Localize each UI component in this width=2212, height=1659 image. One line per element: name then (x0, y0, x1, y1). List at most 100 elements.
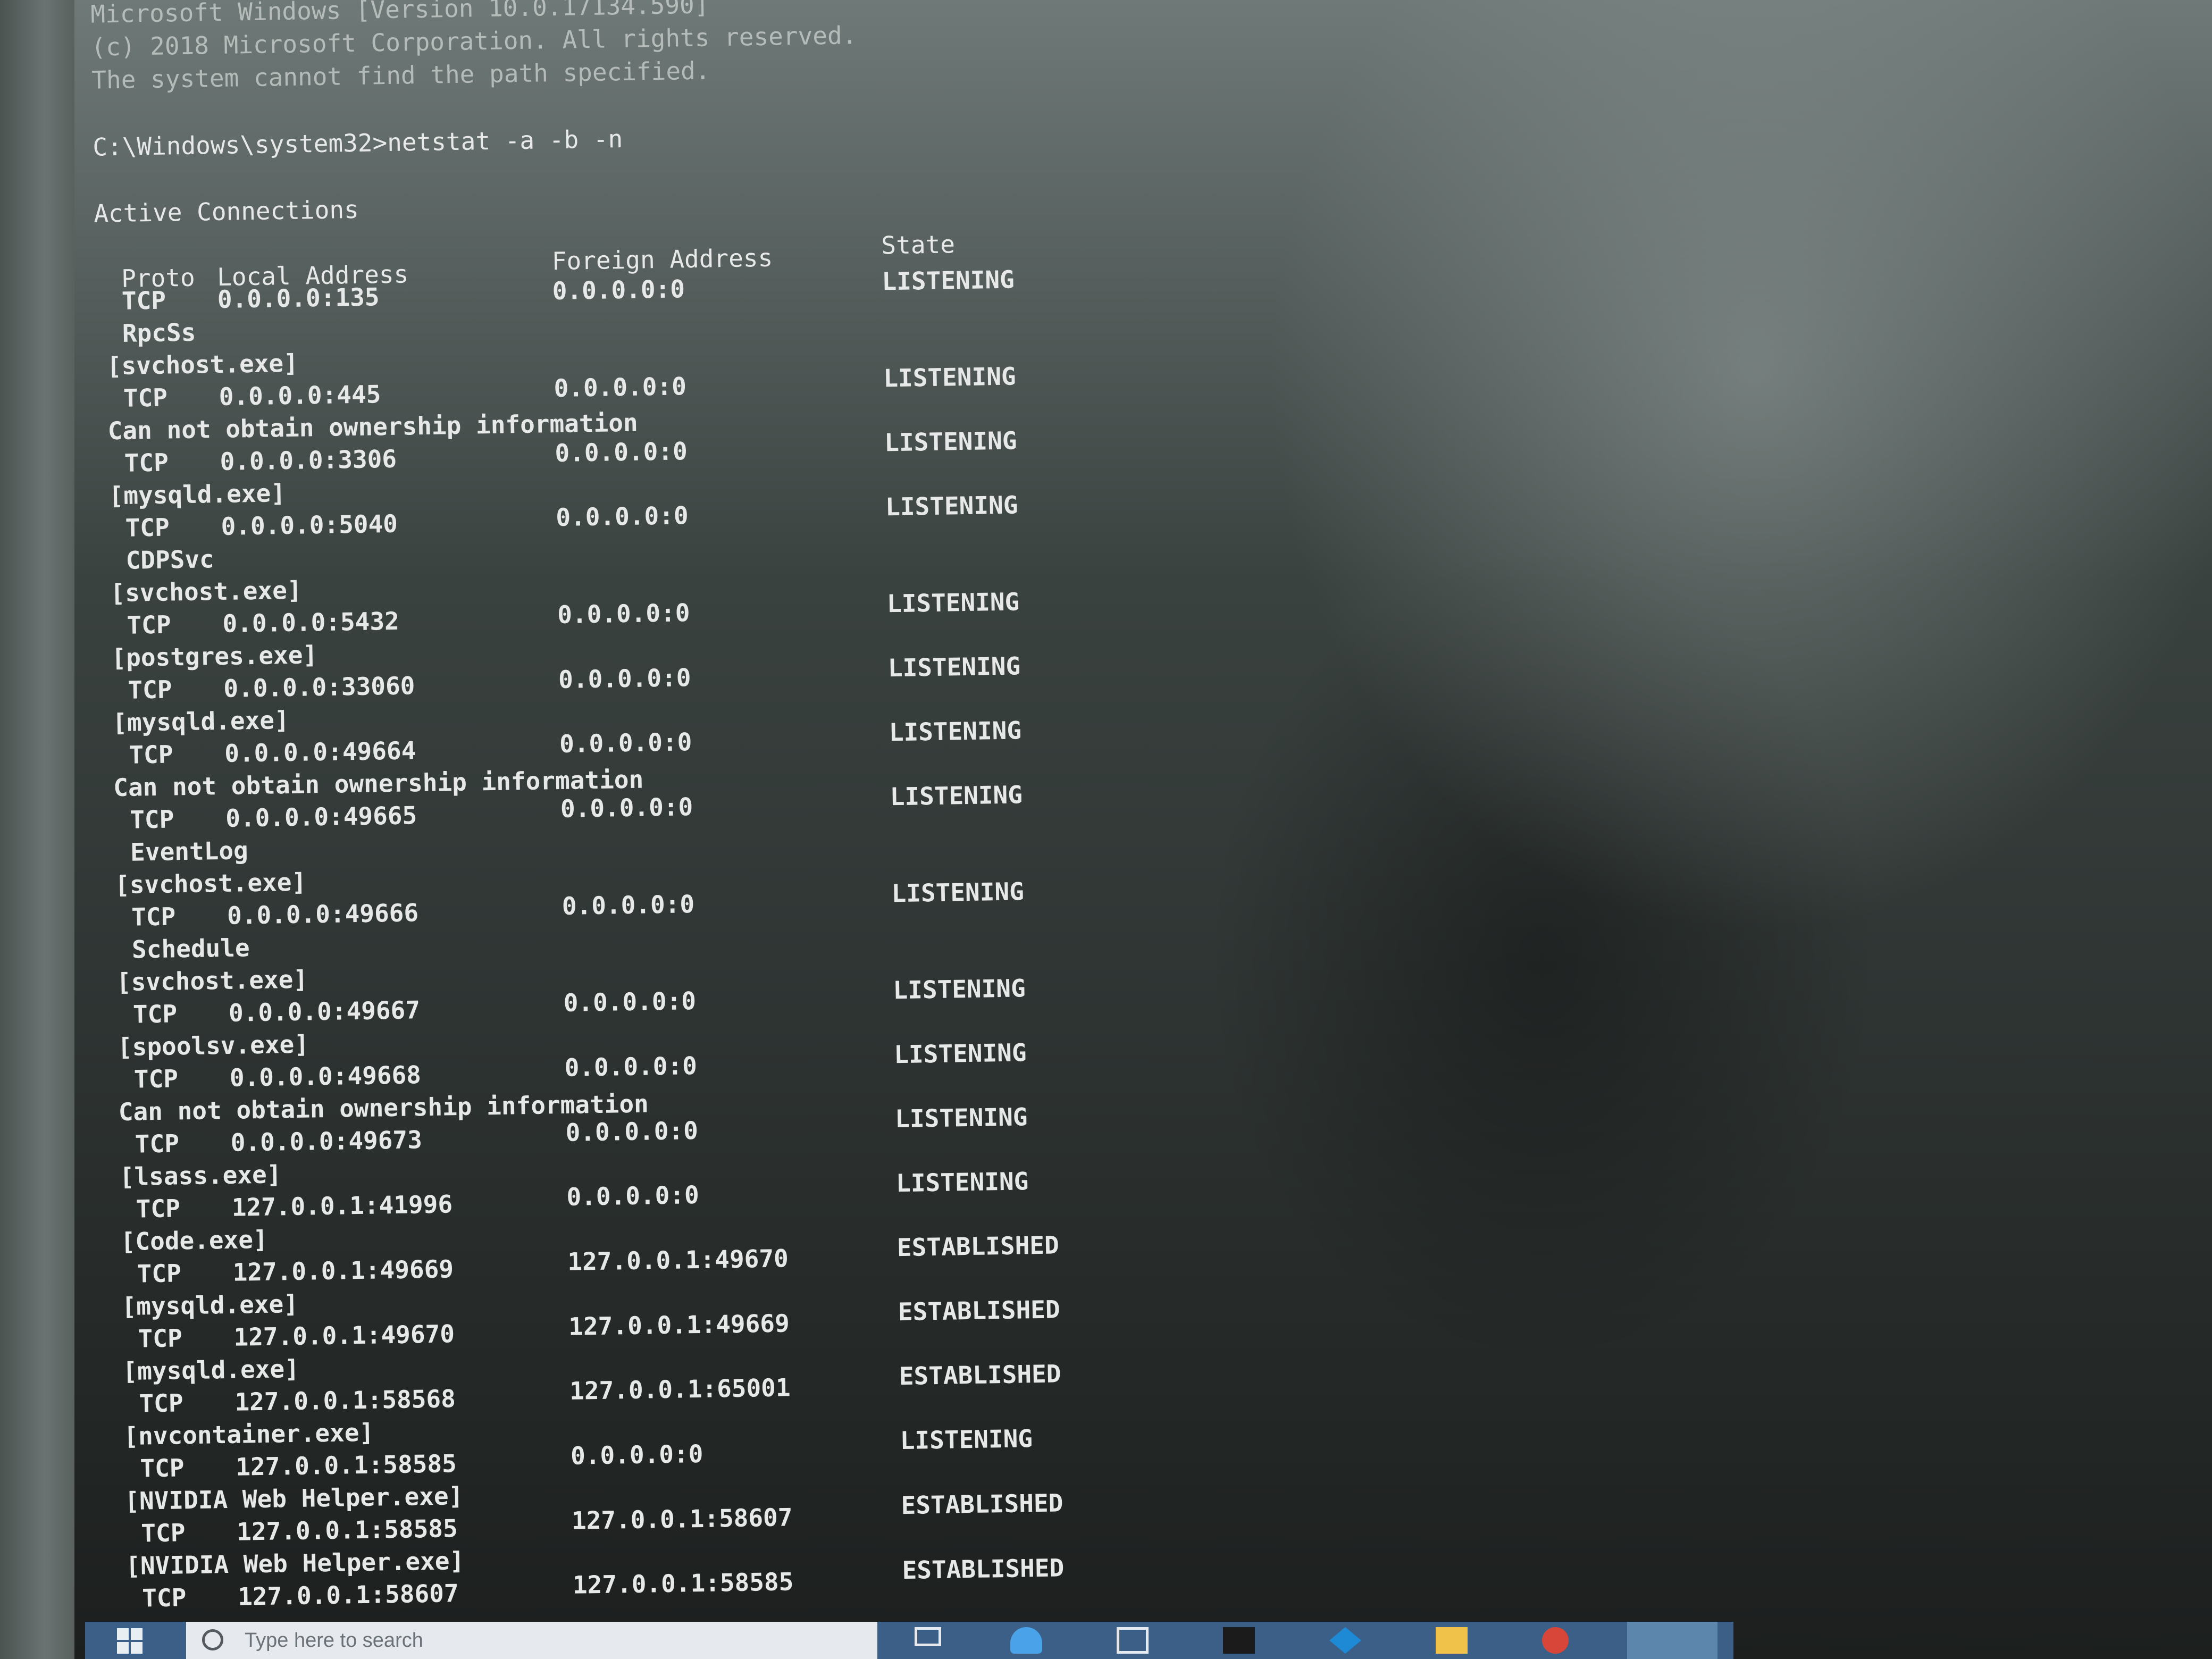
command-prompt-line: C:\Windows\system32>netstat -a -b -n (92, 124, 623, 162)
state-cell: LISTENING (895, 1167, 1029, 1198)
proto-cell: TCP (141, 1583, 187, 1613)
proto-cell: TCP (121, 286, 166, 315)
owner-line: [svchost.exe] (114, 867, 307, 900)
copyright-line: (c) 2018 Microsoft Corporation. All righ… (90, 21, 857, 62)
proto-cell: TCP (124, 448, 169, 477)
state-cell: ESTABLISHED (902, 1553, 1065, 1585)
error-line: The system cannot find the path specifie… (91, 56, 710, 95)
file-explorer-icon[interactable] (1436, 1627, 1468, 1654)
state-cell: LISTENING (884, 426, 1017, 457)
foreign-address-cell: 0.0.0.0:0 (555, 437, 688, 468)
foreign-address-cell: 0.0.0.0:0 (552, 274, 685, 306)
foreign-address-cell: 0.0.0.0:0 (566, 1180, 700, 1211)
owner-line: RpcSs (122, 317, 196, 348)
foreign-address-cell: 127.0.0.1:58585 (572, 1567, 794, 1599)
proto-cell: TCP (127, 610, 171, 640)
state-cell: LISTENING (900, 1424, 1033, 1455)
owner-line: [nvcontainer.exe] (123, 1418, 374, 1451)
state-cell: LISTENING (885, 490, 1018, 522)
owner-line: [mysqld.exe] (122, 1354, 300, 1386)
proto-cell: TCP (125, 513, 170, 542)
photo-background: Microsoft Windows [Version 10.0.17134.59… (0, 0, 2212, 1659)
state-cell: LISTENING (894, 1102, 1028, 1134)
owner-line: [svchost.exe] (116, 965, 308, 997)
proto-cell: TCP (132, 999, 178, 1029)
proto-cell: TCP (139, 1453, 185, 1483)
store-icon[interactable] (1117, 1627, 1149, 1654)
foreign-address-cell: 0.0.0.0:0 (570, 1439, 703, 1470)
local-address-cell: 127.0.0.1:58568 (234, 1384, 456, 1417)
state-cell: LISTENING (887, 651, 1021, 683)
owner-line: [lsass.exe] (119, 1160, 282, 1192)
foreign-address-cell: 127.0.0.1:49670 (567, 1244, 789, 1276)
app-icon[interactable] (1223, 1627, 1255, 1654)
state-cell: LISTENING (883, 362, 1017, 393)
state-cell: LISTENING (882, 265, 1015, 296)
state-cell: LISTENING (889, 716, 1022, 747)
foreign-address-cell: 0.0.0.0:0 (559, 727, 692, 758)
state-cell: ESTABLISHED (899, 1359, 1061, 1391)
local-address-cell: 0.0.0.0:135 (217, 282, 380, 314)
state-cell: ESTABLISHED (898, 1295, 1060, 1327)
foreign-address-cell: 0.0.0.0:0 (563, 986, 697, 1017)
owner-line: [mysqld.exe] (112, 705, 290, 738)
vscode-icon[interactable] (1329, 1627, 1361, 1654)
search-box[interactable]: Type here to search (186, 1622, 877, 1659)
owner-line: [spoolsv.exe] (117, 1029, 309, 1062)
connection-row: TCP 127.0.0.1:41996 0.0.0.0:0 LISTENING (98, 1167, 1694, 1227)
owner-line: [Code.exe] (120, 1225, 269, 1256)
connection-row: TCP 127.0.0.1:58568 127.0.0.1:65001 ESTABLI… (102, 1359, 1697, 1422)
connection-row: TCP 0.0.0.0:49664 0.0.0.0:0 LISTENING (91, 716, 1687, 773)
owner-line: [NVIDIA Web Helper.exe] (125, 1546, 465, 1581)
connection-row: TCP 127.0.0.1:49670 127.0.0.1:49669 ESTABLI… (100, 1295, 1696, 1357)
connection-row: TCP 0.0.0.0:33060 0.0.0.0:0 LISTENING (90, 651, 1686, 708)
proto-cell: TCP (139, 1388, 183, 1418)
task-view-icon[interactable] (915, 1627, 941, 1646)
active-app-icon[interactable] (1627, 1622, 1717, 1659)
local-address-cell: 0.0.0.0:445 (219, 380, 381, 411)
local-address-cell: 127.0.0.1:41996 (231, 1189, 453, 1222)
search-icon (202, 1629, 223, 1650)
edge-icon[interactable] (1010, 1627, 1042, 1654)
foreign-address-cell: 127.0.0.1:65001 (569, 1373, 791, 1405)
foreign-address-cell: 127.0.0.1:58607 (571, 1503, 793, 1535)
state-cell: ESTABLISHED (901, 1488, 1063, 1520)
foreign-address-cell: 0.0.0.0:0 (557, 598, 690, 630)
state-cell: LISTENING (893, 1038, 1027, 1069)
local-address-cell: 127.0.0.1:58607 (237, 1579, 459, 1611)
foreign-address-cell: 0.0.0.0:0 (558, 663, 691, 694)
owner-line: Schedule (131, 933, 250, 964)
owner-line: [postgres.exe] (111, 640, 318, 673)
windows-start-icon[interactable] (117, 1628, 144, 1655)
proto-cell: TCP (137, 1259, 182, 1288)
connection-row: TCP 0.0.0.0:445 0.0.0.0:0 LISTENING (86, 359, 1681, 416)
state-cell: LISTENING (890, 780, 1023, 811)
taskbar: Type here to search (85, 1622, 1733, 1659)
connection-row: TCP 0.0.0.0:5432 0.0.0.0:0 LISTENING (89, 586, 1685, 643)
local-address-cell: 127.0.0.1:49670 (233, 1319, 455, 1352)
command-prompt-window[interactable]: Microsoft Windows [Version 10.0.17134.59… (80, 0, 2179, 1622)
local-address-cell: 0.0.0.0:3306 (220, 444, 397, 476)
state-cell: ESTABLISHED (896, 1230, 1060, 1262)
header-state: State (881, 230, 956, 260)
connection-row: TCP 0.0.0.0:5040 0.0.0.0:0 LISTENING (88, 489, 1683, 546)
proto-cell: TCP (138, 1323, 183, 1353)
local-address-cell: 127.0.0.1:49669 (232, 1254, 454, 1287)
proto-cell: TCP (128, 740, 173, 769)
proto-cell: TCP (135, 1129, 180, 1159)
proto-cell: TCP (133, 1064, 179, 1094)
local-address-cell: 0.0.0.0:49666 (227, 898, 419, 930)
foreign-address-cell: 0.0.0.0:0 (560, 792, 693, 823)
owner-line: [svchost.exe] (110, 575, 302, 608)
local-address-cell: 127.0.0.1:58585 (235, 1449, 457, 1481)
chrome-icon[interactable] (1542, 1627, 1569, 1654)
monitor-bezel-left (0, 0, 74, 1659)
foreign-address-cell: 0.0.0.0:0 (555, 501, 689, 532)
local-address-cell: 127.0.0.1:58585 (236, 1514, 458, 1546)
foreign-address-cell: 0.0.0.0:0 (554, 372, 687, 403)
state-cell: LISTENING (886, 587, 1020, 618)
foreign-address-cell: 127.0.0.1:49669 (568, 1309, 790, 1341)
connection-row: TCP 127.0.0.1:49669 127.0.0.1:49670 ESTABLI… (99, 1230, 1695, 1292)
header-foreign-address: Foreign Address (551, 243, 773, 276)
section-title: Active Connections (93, 195, 359, 228)
